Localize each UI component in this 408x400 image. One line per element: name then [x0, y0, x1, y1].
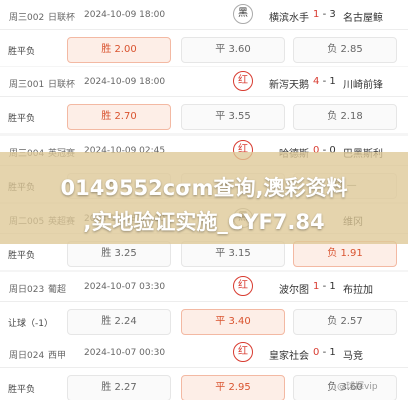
home-team: 皇家社会 [269, 351, 309, 362]
match-score: 1 - 3 [313, 9, 336, 20]
home-score: 0 [313, 347, 320, 358]
home-score: 1 [313, 9, 320, 20]
match-code: 周三001 [9, 80, 45, 90]
match-time: 2024-10-09 18:00 [84, 77, 166, 87]
away-score: 3 [329, 9, 336, 20]
odds-draw-button[interactable]: 平 3.40 [181, 309, 285, 335]
score-separator: - [322, 9, 327, 20]
match-time: 2024-10-09 18:00 [84, 10, 166, 20]
result-badge: 红 [233, 276, 253, 296]
result-badge: 红 [233, 342, 253, 362]
odds-lose-button[interactable]: 负 2.57 [293, 309, 397, 335]
odds-lose-button[interactable]: 负 2.85 [293, 37, 397, 63]
match-card[interactable]: 周三002 日联杯 2024-10-09 18:00 黑 横滨水手 1 - 3 名古屋鲸胜平… [0, 0, 408, 66]
league-name: 日联杯 [48, 80, 76, 90]
away-team: 马竞 [343, 351, 363, 362]
match-card[interactable]: 周三001 日联杯 2024-10-09 18:00 红 新泻天鹅 4 - 1 川崎前锋胜平… [0, 67, 408, 133]
odds-row: 让球（-1） 胜 2.24 平 3.40 负 2.57 [0, 302, 408, 342]
home-team: 横滨水手 [269, 13, 309, 24]
away-team: 川崎前锋 [343, 80, 383, 91]
league-name: 日联杯 [48, 13, 76, 23]
match-time: 2024-10-07 03:30 [84, 282, 166, 292]
odds-type: 胜平负 [8, 114, 36, 124]
match-header: 周三002 日联杯 2024-10-09 18:00 黑 横滨水手 1 - 3 名古屋鲸 [0, 0, 408, 30]
home-team: 波尔图 [279, 285, 309, 296]
match-time: 2024-10-07 00:30 [84, 348, 166, 358]
odds-draw-button[interactable]: 平 3.55 [181, 104, 285, 130]
overlay-line-1: 0149552cσm查询,澳彩资料 [60, 176, 348, 200]
league-name: 葡超 [48, 285, 67, 295]
away-team: 名古屋鲸 [343, 13, 383, 24]
result-badge: 黑 [233, 4, 253, 24]
odds-draw-button[interactable]: 平 2.95 [181, 375, 285, 400]
odds-win-button[interactable]: 胜 2.27 [67, 375, 171, 400]
score-separator: - [322, 347, 327, 358]
match-header: 周日023 葡超 2024-10-07 03:30 红 波尔图 1 - 1 布拉加 [0, 272, 408, 302]
odds-win-button[interactable]: 胜 2.24 [67, 309, 171, 335]
match-score: 4 - 1 [313, 76, 336, 87]
odds-type: 让球（-1） [8, 319, 53, 329]
match-header: 周三001 日联杯 2024-10-09 18:00 红 新泻天鹅 4 - 1 川崎前锋 [0, 67, 408, 97]
odds-draw-button[interactable]: 平 3.15 [181, 241, 285, 267]
odds-win-button[interactable]: 胜 2.00 [67, 37, 171, 63]
overlay-line-2: ,实地验证实施_CYF7.84 [83, 210, 325, 234]
odds-lose-button[interactable]: 负 1.91 [293, 241, 397, 267]
odds-win-button[interactable]: 胜 2.70 [67, 104, 171, 130]
odds-lose-button[interactable]: 负 2.18 [293, 104, 397, 130]
match-score: 1 - 1 [313, 281, 336, 292]
result-badge: 红 [233, 71, 253, 91]
match-card[interactable]: 周日023 葡超 2024-10-07 03:30 红 波尔图 1 - 1 布拉加让球（-1… [0, 272, 408, 338]
match-header: 周日024 西甲 2024-10-07 00:30 红 皇家社会 0 - 1 马竞 [0, 338, 408, 368]
away-team: 布拉加 [343, 285, 373, 296]
match-code: 周日023 [9, 285, 45, 295]
odds-win-button[interactable]: 胜 3.25 [67, 241, 171, 267]
match-code: 周日024 [9, 351, 45, 361]
score-separator: - [322, 76, 327, 87]
score-separator: - [322, 281, 327, 292]
match-score: 0 - 1 [313, 347, 336, 358]
watermark: @球探vip [337, 382, 378, 392]
away-score: 1 [329, 347, 336, 358]
odds-type: 胜平负 [8, 47, 36, 57]
league-name: 西甲 [48, 351, 67, 361]
home-score: 4 [313, 76, 320, 87]
odds-type: 胜平负 [8, 251, 36, 261]
home-team: 新泻天鹅 [269, 80, 309, 91]
match-code: 周三002 [9, 13, 45, 23]
away-score: 1 [329, 281, 336, 292]
odds-row: 胜平负 胜 2.00 平 3.60 负 2.85 [0, 30, 408, 70]
home-score: 1 [313, 281, 320, 292]
odds-draw-button[interactable]: 平 3.60 [181, 37, 285, 63]
odds-row: 胜平负 胜 2.70 平 3.55 负 2.18 [0, 97, 408, 137]
odds-type: 胜平负 [8, 385, 36, 395]
away-score: 1 [329, 76, 336, 87]
